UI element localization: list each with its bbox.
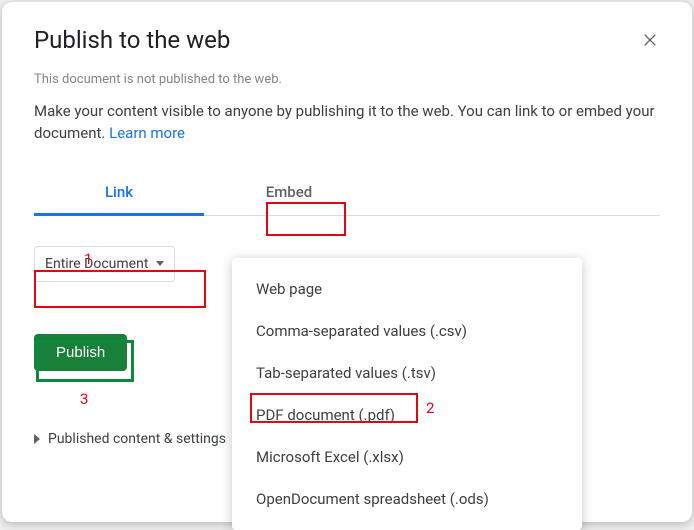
menu-item-webpage[interactable]: Web page <box>232 268 582 310</box>
dialog-description: Make your content visible to anyone by p… <box>34 101 660 145</box>
menu-item-csv[interactable]: Comma-separated values (.csv) <box>232 310 582 352</box>
publish-status: This document is not published to the we… <box>34 72 660 87</box>
sheet-select[interactable]: Entire Document <box>34 246 175 282</box>
sheet-select-value: Entire Document <box>45 256 148 272</box>
format-dropdown: Web page Comma-separated values (.csv) T… <box>232 258 582 530</box>
dialog-title: Publish to the web <box>34 26 230 54</box>
learn-more-link[interactable]: Learn more <box>109 124 185 142</box>
chevron-down-icon <box>156 261 164 266</box>
publish-dialog: Publish to the web This document is not … <box>2 2 692 522</box>
publish-button[interactable]: Publish <box>34 334 127 371</box>
tab-link[interactable]: Link <box>34 173 204 216</box>
dialog-header: Publish to the web <box>34 26 660 54</box>
menu-item-pdf[interactable]: PDF document (.pdf) <box>232 394 582 436</box>
menu-item-xlsx[interactable]: Microsoft Excel (.xlsx) <box>232 436 582 478</box>
tabs: Link Embed <box>34 173 660 216</box>
close-icon[interactable] <box>640 30 660 50</box>
caret-right-icon <box>34 434 40 444</box>
tab-embed[interactable]: Embed <box>204 173 374 215</box>
published-content-label: Published content & settings <box>48 431 226 447</box>
annotation-label-3: 3 <box>80 390 88 408</box>
menu-item-tsv[interactable]: Tab-separated values (.tsv) <box>232 352 582 394</box>
menu-item-ods[interactable]: OpenDocument spreadsheet (.ods) <box>232 478 582 520</box>
